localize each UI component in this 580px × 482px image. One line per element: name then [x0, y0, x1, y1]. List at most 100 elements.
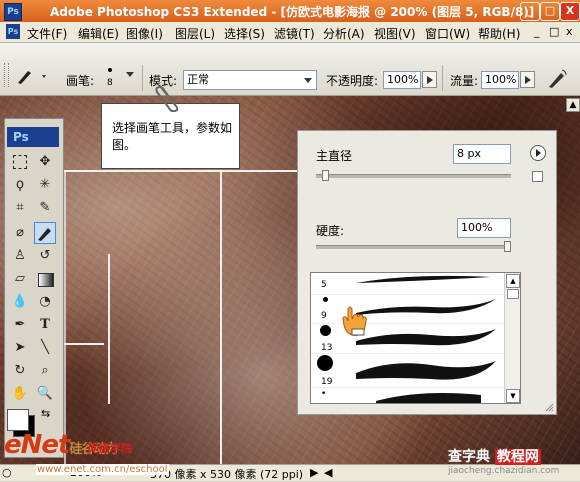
- menu-select[interactable]: 选择(S): [224, 25, 265, 42]
- menu-bar: Ps 文件(F) 编辑(E) 图像(I) 图层(L) 选择(S) 滤镜(T) 分…: [0, 22, 580, 43]
- dodge-tool-icon[interactable]: ◔: [34, 291, 56, 313]
- chevron-down-icon: [126, 72, 134, 77]
- mode-select[interactable]: 正常: [183, 70, 317, 90]
- scroll-left-arrow-icon[interactable]: ◀: [324, 466, 332, 479]
- chazidian-logo-tag: 教程网: [494, 449, 541, 465]
- paperclip-icon: [155, 85, 179, 112]
- hand-tool-icon[interactable]: ✋: [9, 383, 31, 405]
- menu-file[interactable]: 文件(F): [27, 25, 67, 42]
- separator: [142, 65, 143, 91]
- master-diameter-slider[interactable]: [316, 170, 511, 181]
- flow-field[interactable]: 100%: [481, 71, 519, 89]
- opacity-field[interactable]: 100%: [383, 71, 421, 89]
- brush-size-label: 5: [321, 280, 327, 290]
- scroll-up-arrow-icon[interactable]: ▲: [506, 274, 520, 288]
- brush-preset-list[interactable]: 5 9 13 19 • ▲ ▼: [310, 272, 521, 404]
- master-diameter-field[interactable]: 8 px: [453, 144, 511, 164]
- path-selection-tool-icon[interactable]: ➤: [9, 337, 31, 359]
- slider-thumb[interactable]: [322, 170, 329, 181]
- slice-tool-icon[interactable]: ✎: [34, 197, 56, 219]
- slider-thumb[interactable]: [504, 241, 511, 252]
- chazidian-logo: 查字典 教程网: [448, 446, 541, 466]
- menu-window[interactable]: 窗口(W): [425, 25, 470, 42]
- blur-tool-icon[interactable]: 💧: [9, 291, 31, 313]
- doc-close-button[interactable]: x: [566, 25, 573, 38]
- panel-menu-button[interactable]: [530, 145, 546, 161]
- minimize-button[interactable]: _: [520, 2, 540, 21]
- reset-size-icon[interactable]: [532, 171, 543, 182]
- clone-stamp-tool-icon[interactable]: ♙: [9, 245, 31, 267]
- brush-picker[interactable]: 8: [100, 66, 138, 92]
- swap-colors-icon[interactable]: ⇆: [41, 407, 50, 420]
- enet-url: www.enet.com.cn/eschool: [36, 464, 169, 475]
- brush-size-label: •: [321, 389, 327, 399]
- menu-help[interactable]: 帮助(H): [478, 25, 520, 42]
- hardness-label: 硬度:: [316, 224, 345, 238]
- brush-stroke-preview: [356, 299, 496, 315]
- menu-image[interactable]: 图像(I): [126, 25, 163, 42]
- maximize-button[interactable]: □: [540, 2, 560, 21]
- zoom-tool-icon[interactable]: 🔍: [34, 383, 56, 405]
- scroll-thumb[interactable]: [507, 289, 519, 299]
- doc-restore-button[interactable]: □: [549, 25, 559, 38]
- window-title: Adobe Photoshop CS3 Extended - [仿欧式电影海报 …: [50, 5, 535, 19]
- brush-preset-row[interactable]: 19: [311, 353, 504, 388]
- close-button[interactable]: X: [560, 2, 580, 21]
- panel-resize-grip[interactable]: [544, 402, 554, 412]
- chevron-down-icon: [304, 78, 312, 83]
- 3d-rotate-tool-icon[interactable]: ↻: [9, 360, 31, 382]
- brush-stroke-preview: [356, 329, 496, 346]
- tool-preset-picker[interactable]: [12, 65, 52, 87]
- airbrush-button[interactable]: [544, 65, 570, 91]
- magic-wand-tool-icon[interactable]: ✳: [34, 174, 56, 196]
- guide-line: [220, 170, 222, 466]
- right-arrow-icon: [426, 76, 433, 84]
- toolbox-logo: Ps: [7, 127, 59, 147]
- chazidian-url: jiaocheng.chazidian.com: [448, 466, 560, 476]
- brush-size-text: 8: [107, 78, 113, 88]
- menu-view[interactable]: 视图(V): [374, 25, 416, 42]
- separator: [442, 65, 443, 91]
- eyedropper-tool-icon[interactable]: ⌕: [34, 360, 56, 382]
- crop-tool-icon[interactable]: ⌗: [9, 197, 31, 219]
- hardness-slider[interactable]: [316, 241, 511, 252]
- brush-preset-row[interactable]: •: [311, 387, 504, 403]
- gradient-tool-icon[interactable]: [34, 268, 56, 290]
- brush-tool-icon[interactable]: [34, 222, 56, 244]
- opacity-slider-button[interactable]: [422, 71, 437, 88]
- doc-minimize-button[interactable]: _: [534, 25, 540, 38]
- menu-layer[interactable]: 图层(L): [175, 25, 215, 42]
- move-tool-icon[interactable]: ✥: [34, 151, 56, 173]
- guide-line: [64, 170, 66, 466]
- menu-edit[interactable]: 编辑(E): [78, 25, 119, 42]
- eraser-tool-icon[interactable]: ▱: [9, 268, 31, 290]
- lasso-tool-icon[interactable]: ϙ: [9, 174, 31, 196]
- flow-slider-button[interactable]: [520, 71, 535, 88]
- pen-tool-icon[interactable]: ✒: [9, 314, 31, 336]
- line-tool-icon[interactable]: ╲: [34, 337, 56, 359]
- healing-brush-tool-icon[interactable]: ⌀: [9, 222, 31, 244]
- menu-filter[interactable]: 滤镜(T): [274, 25, 315, 42]
- guide-line: [64, 343, 104, 345]
- brush-size-label: 13: [321, 343, 333, 353]
- opacity-label: 不透明度:: [326, 74, 379, 88]
- brush-icon: [18, 71, 46, 84]
- title-bar: Ps Adobe Photoshop CS3 Extended - [仿欧式电影…: [0, 0, 580, 22]
- brush-stroke-preview: [356, 361, 496, 380]
- marquee-tool-icon[interactable]: [9, 151, 31, 173]
- instruction-callout: 选择画笔工具，参数如图。: [101, 103, 240, 169]
- history-brush-tool-icon[interactable]: ↺: [34, 245, 56, 267]
- scroll-up-button[interactable]: ▲: [566, 98, 580, 112]
- toolbox: Ps ✥ ϙ ✳ ⌗ ✎ ⌀ ♙ ↺ ▱ 💧 ◔ ✒ T ➤ ╲ ↻ ⌕ ✋ 🔍…: [4, 118, 64, 458]
- enet-logo-text: eNet: [4, 430, 70, 460]
- brush-list-scrollbar[interactable]: ▲ ▼: [504, 273, 520, 403]
- status-menu-arrow-icon[interactable]: ▶: [310, 466, 318, 479]
- brush-size-label: 9: [321, 311, 327, 321]
- brush-tip-dot: [323, 297, 328, 302]
- type-tool-icon[interactable]: T: [34, 314, 56, 336]
- foreground-color-swatch[interactable]: [7, 409, 29, 431]
- hardness-field[interactable]: 100%: [457, 218, 511, 238]
- options-grip[interactable]: [4, 63, 9, 87]
- scroll-down-arrow-icon[interactable]: ▼: [506, 389, 520, 403]
- menu-analysis[interactable]: 分析(A): [323, 25, 365, 42]
